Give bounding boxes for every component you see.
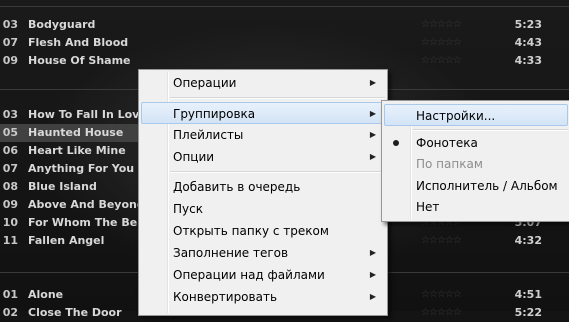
menu-separator bbox=[170, 97, 385, 99]
track-duration: 4:43 bbox=[514, 36, 542, 49]
menu-item-label: Плейлисты bbox=[173, 128, 244, 142]
menu-item-label: Добавить в очередь bbox=[173, 180, 301, 194]
menu-separator bbox=[170, 171, 385, 173]
menu-item-label: Настройки... bbox=[416, 109, 496, 123]
menu-separator bbox=[413, 129, 568, 131]
menu-item-label: Исполнитель / Альбом bbox=[416, 179, 558, 193]
menu-item-label: Операции bbox=[173, 76, 237, 90]
track-number: 05 bbox=[2, 126, 18, 139]
track-number: 01 bbox=[2, 288, 18, 301]
track-duration: 4:51 bbox=[514, 288, 542, 301]
submenu-item-artist-album[interactable]: Исполнитель / Альбом bbox=[384, 175, 568, 197]
submenu-item-none[interactable]: Нет bbox=[384, 196, 568, 218]
track-title: Bodyguard bbox=[28, 18, 96, 31]
menu-item-label: Фонотека bbox=[416, 136, 478, 150]
grouping-submenu: Настройки... Фонотека По папкам Исполнит… bbox=[381, 100, 569, 222]
menu-item-label: Группировка bbox=[173, 107, 256, 121]
track-title: Above And Beyond bbox=[28, 198, 145, 211]
track-duration: 5:23 bbox=[514, 18, 542, 31]
rating-stars[interactable]: ☆☆☆☆☆ bbox=[421, 232, 462, 250]
menu-item-label: Опции bbox=[173, 150, 215, 164]
track-row[interactable]: 09 House Of Shame ☆☆☆☆☆ 4:33 bbox=[0, 52, 569, 70]
context-menu: Операции ▶ Группировка ▶ Плейлисты ▶ Опц… bbox=[138, 69, 388, 316]
menu-item-tag-filling[interactable]: Заполнение тегов ▶ bbox=[141, 242, 385, 264]
menu-item-play[interactable]: Пуск bbox=[141, 198, 385, 220]
track-number: 03 bbox=[2, 18, 18, 31]
track-number: 10 bbox=[2, 216, 18, 229]
track-number: 07 bbox=[2, 36, 18, 49]
track-number: 02 bbox=[2, 306, 18, 319]
submenu-item-settings[interactable]: Настройки... bbox=[384, 104, 568, 126]
submenu-arrow-icon: ▶ bbox=[369, 78, 376, 87]
rating-stars[interactable]: ☆☆☆☆☆ bbox=[421, 286, 462, 304]
track-duration: 4:32 bbox=[514, 234, 542, 247]
track-number: 03 bbox=[2, 108, 18, 121]
track-number: 09 bbox=[2, 198, 18, 211]
track-number: 11 bbox=[2, 234, 18, 247]
track-number: 07 bbox=[2, 162, 18, 175]
track-title: Anything For You bbox=[28, 162, 135, 175]
menu-item-label: Нет bbox=[416, 200, 440, 214]
submenu-arrow-icon: ▶ bbox=[369, 130, 376, 139]
submenu-arrow-icon: ▶ bbox=[369, 270, 376, 279]
submenu-arrow-icon: ▶ bbox=[369, 292, 376, 301]
menu-item-open-folder[interactable]: Открыть папку с треком bbox=[141, 220, 385, 242]
rating-stars[interactable]: ☆☆☆☆☆ bbox=[421, 16, 462, 34]
track-title: Close The Door bbox=[28, 306, 122, 319]
track-number: 09 bbox=[2, 54, 18, 67]
track-title: Haunted House bbox=[28, 126, 124, 139]
track-number: 06 bbox=[2, 144, 18, 157]
track-row[interactable]: 03 Bodyguard ☆☆☆☆☆ 5:23 bbox=[0, 16, 569, 34]
submenu-item-library[interactable]: Фонотека bbox=[384, 132, 568, 154]
rating-stars[interactable]: ☆☆☆☆☆ bbox=[421, 304, 462, 322]
menu-item-label: Пуск bbox=[173, 202, 203, 216]
track-duration: 4:33 bbox=[514, 54, 542, 67]
submenu-arrow-icon: ▶ bbox=[369, 152, 376, 161]
rating-stars[interactable]: ☆☆☆☆☆ bbox=[421, 34, 462, 52]
rating-stars[interactable]: ☆☆☆☆☆ bbox=[421, 52, 462, 70]
track-title: Flesh And Blood bbox=[28, 36, 129, 49]
menu-item-file-operations[interactable]: Операции над файлами ▶ bbox=[141, 264, 385, 286]
track-title: How To Fall In Love bbox=[28, 108, 147, 121]
submenu-arrow-icon: ▶ bbox=[369, 248, 376, 257]
menu-item-convert[interactable]: Конвертировать ▶ bbox=[141, 286, 385, 308]
menu-item-label: По папкам bbox=[416, 157, 483, 171]
track-title: Heart Like Mine bbox=[28, 144, 126, 157]
menu-item-label: Открыть папку с треком bbox=[173, 224, 329, 238]
track-title: House Of Shame bbox=[28, 54, 131, 67]
menu-item-options[interactable]: Опции ▶ bbox=[141, 146, 385, 168]
menu-item-playlists[interactable]: Плейлисты ▶ bbox=[141, 124, 385, 146]
track-title: Blue Island bbox=[28, 180, 97, 193]
menu-item-label: Заполнение тегов bbox=[173, 246, 289, 260]
menu-item-label: Конвертировать bbox=[173, 290, 278, 304]
menu-item-operations[interactable]: Операции ▶ bbox=[141, 72, 385, 94]
radio-bullet-icon bbox=[393, 140, 399, 146]
submenu-item-by-folders: По папкам bbox=[384, 153, 568, 175]
submenu-arrow-icon: ▶ bbox=[369, 109, 376, 118]
menu-item-grouping[interactable]: Группировка ▶ bbox=[141, 102, 385, 124]
track-duration: 5:22 bbox=[514, 306, 542, 319]
track-number: 08 bbox=[2, 180, 18, 193]
track-title: Alone bbox=[28, 288, 64, 301]
menu-item-add-to-queue[interactable]: Добавить в очередь bbox=[141, 176, 385, 198]
track-title: For Whom The Bell T bbox=[28, 216, 157, 229]
track-title: Fallen Angel bbox=[28, 234, 105, 247]
menu-item-label: Операции над файлами bbox=[173, 268, 325, 282]
track-row[interactable]: 07 Flesh And Blood ☆☆☆☆☆ 4:43 bbox=[0, 34, 569, 52]
group-divider bbox=[0, 6, 569, 7]
